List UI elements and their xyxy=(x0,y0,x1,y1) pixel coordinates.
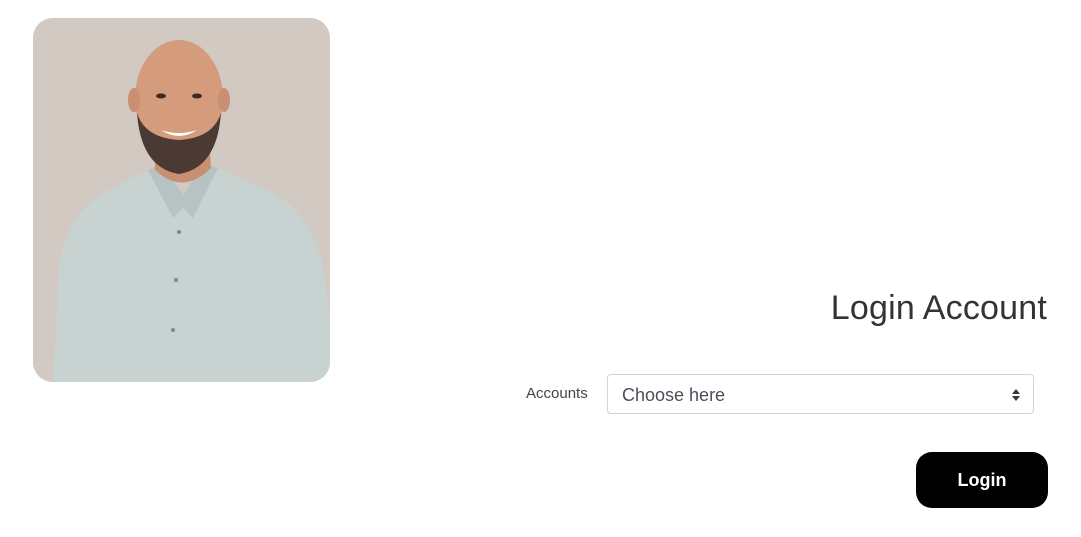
login-button[interactable]: Login xyxy=(916,452,1048,508)
accounts-select[interactable]: Choose here xyxy=(607,374,1034,414)
page-title: Login Account xyxy=(830,289,1047,327)
accounts-label: Accounts xyxy=(526,385,588,402)
select-arrows-icon xyxy=(1012,389,1020,401)
login-page: Login Account Accounts Choose here Login xyxy=(0,0,1081,537)
accounts-select-value: Choose here xyxy=(622,385,726,405)
profile-photo xyxy=(33,18,330,382)
